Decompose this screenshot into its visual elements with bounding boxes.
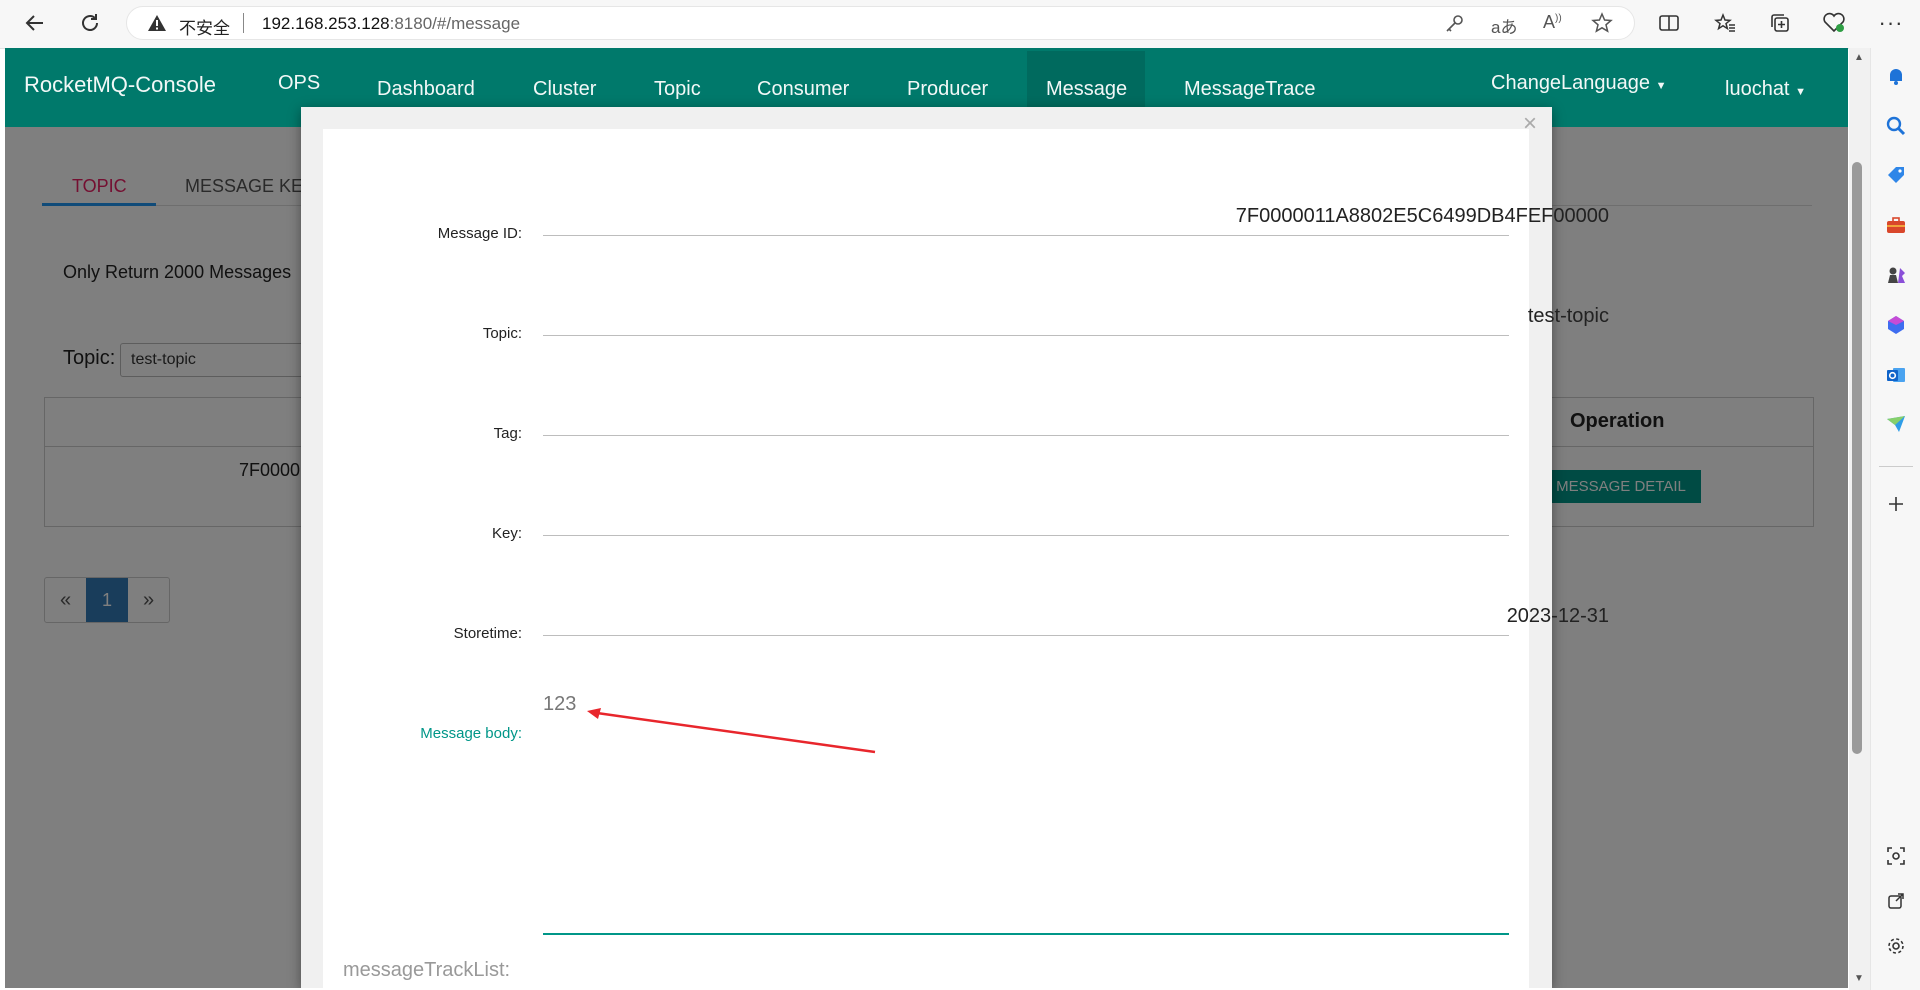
- search-icon[interactable]: [1881, 111, 1911, 141]
- key-underline: [543, 535, 1509, 536]
- notification-bell-icon[interactable]: [1881, 61, 1911, 91]
- tag-field-label: Tag:: [493, 425, 522, 442]
- nav-consumer[interactable]: Consumer: [757, 78, 849, 101]
- favorite-star-icon[interactable]: [1591, 12, 1613, 34]
- topic-underline: [543, 335, 1509, 336]
- address-bar[interactable]: 不安全 192.168.253.128:8180/#/message aあ A)…: [126, 6, 1635, 40]
- nav-message[interactable]: Message: [1046, 78, 1127, 101]
- open-external-icon[interactable]: [1881, 886, 1911, 916]
- more-menu-icon[interactable]: ···: [1875, 7, 1907, 39]
- caret-down-icon: ▼: [1795, 86, 1806, 98]
- brand-logo[interactable]: RocketMQ-Console: [24, 72, 216, 98]
- app-viewport: RocketMQ-Console OPS Dashboard Cluster T…: [5, 48, 1848, 988]
- read-aloud-icon[interactable]: A)): [1543, 12, 1562, 33]
- shopping-tag-icon[interactable]: [1881, 160, 1911, 190]
- browser-toolbar: 不安全 192.168.253.128:8180/#/message aあ A)…: [0, 0, 1920, 49]
- copilot-icon[interactable]: [1881, 310, 1911, 340]
- send-plane-icon[interactable]: [1881, 409, 1911, 439]
- annotation-arrow-icon: [587, 708, 876, 754]
- scroll-down-arrow-icon[interactable]: ▼: [1854, 973, 1864, 984]
- topic-field-label: Topic:: [482, 325, 522, 342]
- url-host: 192.168.253.128: [262, 14, 390, 33]
- translate-icon[interactable]: aあ: [1491, 13, 1517, 38]
- message-body-label: Message body:: [420, 725, 522, 742]
- reload-icon[interactable]: [74, 7, 106, 39]
- nav-messagetrace[interactable]: MessageTrace: [1184, 78, 1316, 101]
- nav-topic[interactable]: Topic: [654, 78, 701, 101]
- key-field-label: Key:: [491, 525, 522, 542]
- back-arrow-icon[interactable]: [19, 7, 51, 39]
- nav-producer[interactable]: Producer: [907, 78, 988, 101]
- storetime-value: 2023-12-31: [1506, 605, 1609, 627]
- outlook-icon[interactable]: [1881, 360, 1911, 390]
- url-path: :8180/#/message: [389, 14, 521, 33]
- topic-field-value: test-topic: [1527, 305, 1609, 327]
- collections-icon[interactable]: [1764, 7, 1796, 39]
- user-dropdown[interactable]: luochat ▼: [1725, 78, 1806, 101]
- message-id-underline: [543, 235, 1509, 236]
- split-screen-icon[interactable]: [1653, 7, 1685, 39]
- message-detail-modal: × Message ID: 7F0000011A8802E5C6499DB4FE…: [301, 107, 1609, 988]
- scroll-up-arrow-icon[interactable]: ▲: [1854, 52, 1864, 63]
- favorites-list-icon[interactable]: [1709, 7, 1741, 39]
- message-body-text: 123: [543, 693, 577, 715]
- storetime-label: Storetime:: [453, 625, 522, 642]
- warning-triangle-icon: [147, 13, 167, 33]
- sidebar-divider: [1879, 466, 1913, 467]
- screenshot-capture-icon[interactable]: [1881, 841, 1911, 871]
- browser-sidebar: [1870, 48, 1920, 990]
- security-warning: 不安全: [179, 19, 230, 38]
- modal-body: Message ID: 7F0000011A8802E5C6499DB4FEF0…: [323, 129, 1609, 988]
- nav-cluster[interactable]: Cluster: [533, 78, 596, 101]
- key-icon[interactable]: [1443, 13, 1465, 35]
- scrollbar-thumb[interactable]: [1852, 162, 1862, 754]
- user-name: luochat: [1725, 78, 1790, 100]
- url-text: 192.168.253.128:8180/#/message: [262, 14, 520, 34]
- storetime-underline: [543, 635, 1509, 636]
- change-language-label: ChangeLanguage: [1491, 72, 1651, 94]
- change-language-dropdown[interactable]: ChangeLanguage ▼: [1491, 72, 1667, 95]
- message-id-label: Message ID:: [437, 225, 522, 242]
- add-plus-icon[interactable]: [1881, 489, 1911, 519]
- nav-dashboard[interactable]: Dashboard: [377, 78, 475, 101]
- caret-down-icon: ▼: [1655, 80, 1667, 92]
- games-chess-icon[interactable]: [1881, 260, 1911, 290]
- message-track-list-label: messageTrackList:: [343, 959, 511, 981]
- settings-gear-icon[interactable]: [1881, 931, 1911, 961]
- browser-essentials-icon[interactable]: [1818, 7, 1850, 39]
- tag-underline: [543, 435, 1509, 436]
- address-divider: [243, 13, 244, 33]
- tools-briefcase-icon[interactable]: [1881, 210, 1911, 240]
- message-id-value: 7F0000011A8802E5C6499DB4FEF00000: [1235, 205, 1609, 227]
- nav-ops[interactable]: OPS: [278, 72, 320, 95]
